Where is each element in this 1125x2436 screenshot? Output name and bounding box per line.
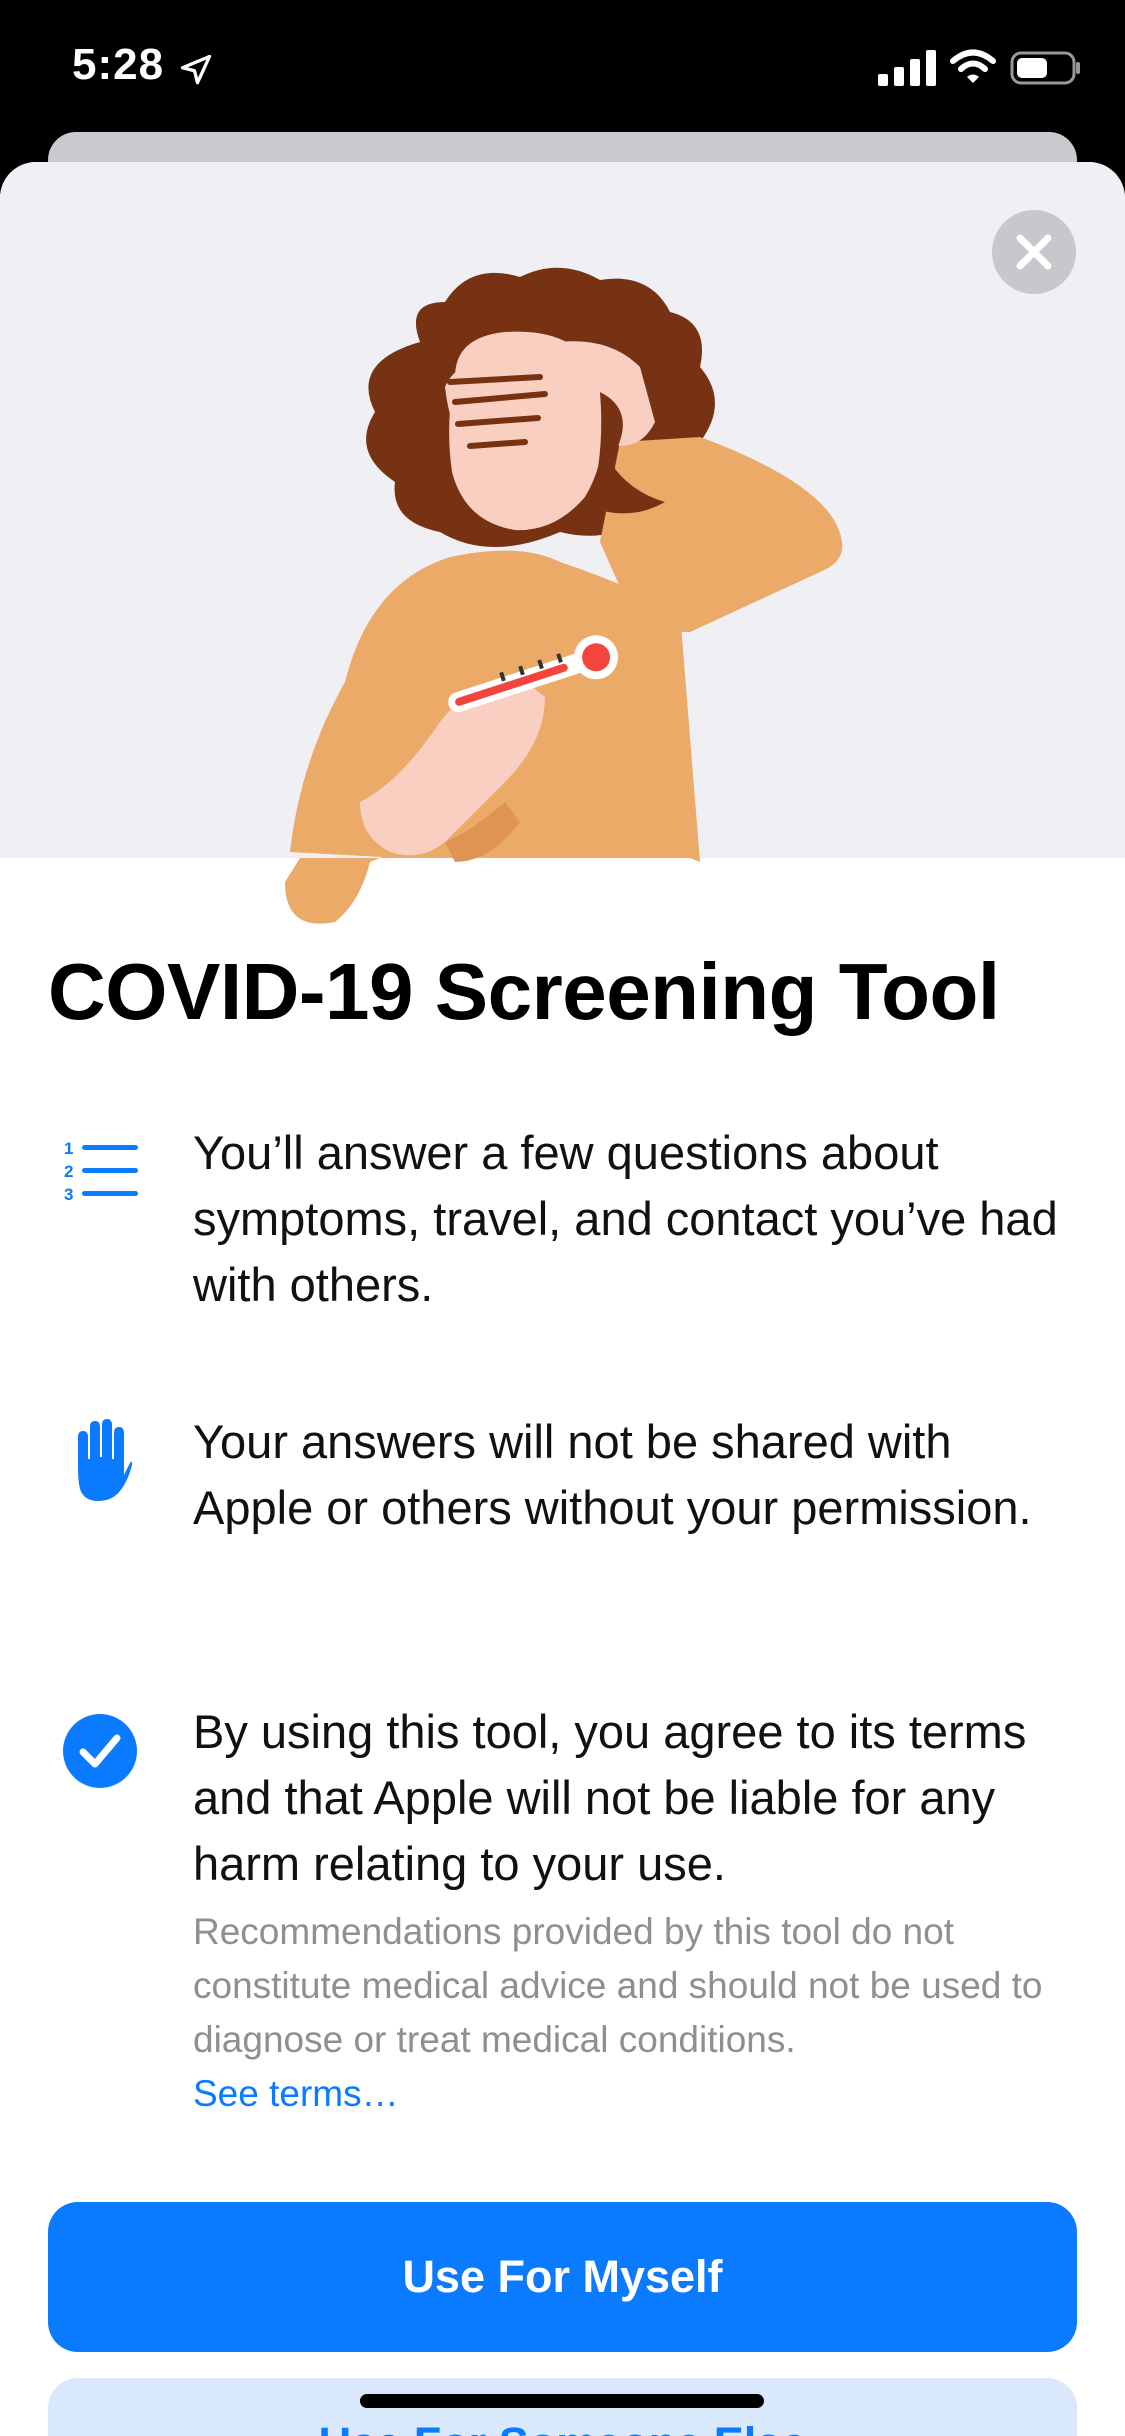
checkmark-circle-icon: [63, 1714, 137, 1788]
location-arrow-icon: [180, 54, 212, 85]
item-text: Your answers will not be shared with App…: [193, 1415, 1032, 1534]
raised-hand-icon: [78, 1419, 132, 1501]
page-title: COVID-19 Screening Tool: [48, 947, 1000, 1036]
person-with-thermometer-illustration: [285, 267, 843, 924]
disclaimer-note: Recommendations provided by this tool do…: [193, 1905, 1073, 2121]
home-indicator: [360, 2394, 764, 2408]
wifi-icon: [950, 49, 996, 83]
numbered-list-icon: 1 2 3: [64, 1139, 138, 1204]
status-time: 5:28: [72, 40, 165, 89]
item-text: You’ll answer a few questions about symp…: [193, 1126, 1058, 1311]
cellular-signal-icon: [878, 50, 936, 86]
item-text: By using this tool, you agree to its ter…: [193, 1705, 1027, 1890]
svg-text:1: 1: [64, 1139, 73, 1158]
battery-icon: [1010, 51, 1080, 85]
svg-text:2: 2: [64, 1162, 73, 1181]
screening-sheet: COVID-19 Screening Tool 1 2 3 You’ll ans…: [0, 162, 1125, 2436]
use-for-myself-button[interactable]: Use For Myself: [48, 2202, 1077, 2352]
svg-text:3: 3: [64, 1185, 73, 1204]
status-bar: 5:28: [0, 0, 1125, 140]
see-terms-link[interactable]: See terms…: [193, 2073, 399, 2114]
disclaimer-text: Recommendations provided by this tool do…: [193, 1911, 1043, 2060]
close-icon: [1016, 234, 1052, 270]
close-button[interactable]: [992, 210, 1076, 294]
